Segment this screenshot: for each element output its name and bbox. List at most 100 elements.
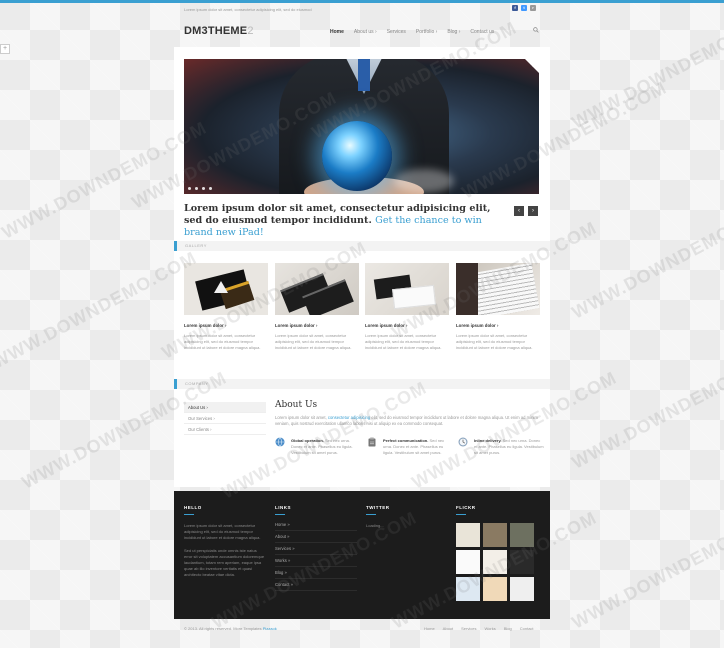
company-section-label: COMPANY <box>185 381 209 386</box>
bottom-nav: Home About Services Works Blog Contact <box>424 626 534 631</box>
nav-services[interactable]: Services <box>387 29 406 35</box>
copyright-link[interactable]: Pizzaok <box>263 626 277 631</box>
gallery-item[interactable]: Lorem ipsum dolor › Lorem ipsum dolor si… <box>275 263 359 350</box>
footer-link-home[interactable]: Home » <box>275 519 357 531</box>
social-links: f t r <box>512 5 536 11</box>
bottom-nav-blog[interactable]: Blog <box>504 626 512 631</box>
gallery-item-title[interactable]: Lorem ipsum dolor › <box>456 323 498 328</box>
gallery-item[interactable]: Lorem ipsum dolor › Lorem ipsum dolor si… <box>365 263 449 350</box>
flickr-thumb[interactable] <box>510 550 534 574</box>
sidebar-item-about-us[interactable]: About Us › <box>184 402 266 413</box>
globe-icon <box>275 437 285 447</box>
clipboard-icon <box>368 437 376 447</box>
thumb-dark-edge <box>456 263 478 315</box>
footer-heading-underline <box>275 514 285 515</box>
logo-version: 2 <box>247 25 254 37</box>
globe-image <box>322 121 392 191</box>
side-plus-button[interactable]: + <box>0 44 10 54</box>
about-text: Lorem ipsum dolor sit amet, consectetur … <box>275 415 538 427</box>
search-icon[interactable] <box>533 27 539 33</box>
gallery-item[interactable]: Lorem ipsum dolor › Lorem ipsum dolor si… <box>456 263 540 350</box>
gallery-item-desc: Lorem ipsum dolor sit amet, consectetur … <box>365 333 442 350</box>
gallery-item-title[interactable]: Lorem ipsum dolor › <box>184 323 226 328</box>
twitter-feed-status: Loading... <box>366 523 384 528</box>
topbar-tagline: Lorem ipsum dolor sit amet, consectetur … <box>184 7 312 12</box>
logo-text: DM3THEME <box>184 25 248 37</box>
nav-about-us[interactable]: About us › <box>354 29 377 35</box>
footer-col-hello: HELLO Lorem ipsum dolor sit amet, consec… <box>184 505 266 579</box>
about-title: About Us <box>275 400 318 410</box>
nav-blog[interactable]: Blog › <box>447 29 460 35</box>
watermark: WWW.DOWNDEMO.COM <box>568 7 724 133</box>
main-nav: Home About us › Services Portfolio › Blo… <box>330 29 494 35</box>
nav-portfolio[interactable]: Portfolio › <box>416 29 437 35</box>
slider-pagination <box>188 187 212 190</box>
site-logo[interactable]: DM3THEME2 <box>184 25 254 37</box>
footer-link-about[interactable]: About » <box>275 531 357 543</box>
company-section-header: COMPANY <box>174 379 550 389</box>
nav-home[interactable]: Home <box>330 29 344 35</box>
top-accent-line <box>0 0 724 3</box>
footer-link-works[interactable]: Works » <box>275 555 357 567</box>
footer-hello-text: Sed ut perspiciatis unde omnis iste natu… <box>184 547 265 578</box>
hero-slider[interactable]: + <box>184 59 539 194</box>
gallery-item-desc: Lorem ipsum dolor sit amet, consectetur … <box>184 333 261 350</box>
footer-hello-text: Lorem ipsum dolor sit amet, consectetur … <box>184 523 261 541</box>
flickr-thumb[interactable] <box>456 550 480 574</box>
flickr-thumb[interactable] <box>483 523 507 547</box>
feature-title: Global operation. <box>291 438 324 443</box>
twitter-icon[interactable]: t <box>521 5 527 11</box>
slider-dot[interactable] <box>188 187 191 190</box>
slider-dot[interactable] <box>202 187 205 190</box>
watermark: WWW.DOWNDEMO.COM <box>568 507 724 633</box>
footer-col-flickr: FLICKR <box>456 505 534 601</box>
slider-plus-icon[interactable]: + <box>530 60 536 71</box>
bottom-nav-contact[interactable]: Contact <box>520 626 534 631</box>
footer-heading: HELLO <box>184 505 202 510</box>
footer-col-twitter: TWITTER Loading... <box>366 505 448 529</box>
watermark: WWW.DOWNDEMO.COM <box>568 197 724 323</box>
slider-next-button[interactable]: › <box>528 206 538 216</box>
gallery-section-label: GALLERY <box>185 243 207 248</box>
slider-dot[interactable] <box>195 187 198 190</box>
flickr-thumb[interactable] <box>456 577 480 601</box>
bottom-nav-services[interactable]: Services <box>461 626 476 631</box>
about-link[interactable]: consectetur adipisicing <box>328 415 370 420</box>
sidebar-item-our-services[interactable]: Our Services › <box>184 413 266 424</box>
feature-title: Perfect communication. <box>383 438 429 443</box>
flickr-thumb[interactable] <box>510 523 534 547</box>
footer-links-list: Home » About » Services » Works » Blog »… <box>275 519 357 591</box>
nav-contact-us[interactable]: Contact us <box>470 29 494 35</box>
footer-link-contact[interactable]: Contact » <box>275 579 357 591</box>
gallery-item-title[interactable]: Lorem ipsum dolor › <box>275 323 317 328</box>
flickr-thumb[interactable] <box>483 577 507 601</box>
slider-dot[interactable] <box>209 187 212 190</box>
footer-heading: LINKS <box>275 505 291 510</box>
gallery-item-desc: Lorem ipsum dolor sit amet, consectetur … <box>456 333 533 350</box>
gallery-thumb[interactable] <box>456 263 540 315</box>
flickr-thumb[interactable] <box>456 523 480 547</box>
footer-link-services[interactable]: Services » <box>275 543 357 555</box>
gallery-item-title[interactable]: Lorem ipsum dolor › <box>365 323 407 328</box>
sidebar-item-our-clients[interactable]: Our Clients › <box>184 424 266 435</box>
slider-tie <box>358 59 370 91</box>
bottom-nav-home[interactable]: Home <box>424 626 435 631</box>
gallery-item[interactable]: Lorem ipsum dolor › Lorem ipsum dolor si… <box>184 263 268 350</box>
flickr-thumb[interactable] <box>510 577 534 601</box>
feature-title: Inline delivery. <box>474 438 502 443</box>
gallery-thumb[interactable] <box>365 263 449 315</box>
rss-icon[interactable]: r <box>530 5 536 11</box>
bottom-nav-about[interactable]: About <box>443 626 453 631</box>
clock-icon <box>458 437 468 447</box>
slider-prev-button[interactable]: ‹ <box>514 206 524 216</box>
slider-glow <box>394 169 454 193</box>
bottom-nav-works[interactable]: Works <box>484 626 495 631</box>
watermark: WWW.DOWNDEMO.COM <box>568 347 724 473</box>
gallery-thumb[interactable] <box>184 263 268 315</box>
footer-link-blog[interactable]: Blog » <box>275 567 357 579</box>
gallery-section-header: GALLERY <box>174 241 550 251</box>
flickr-grid <box>456 523 534 601</box>
facebook-icon[interactable]: f <box>512 5 518 11</box>
gallery-thumb[interactable] <box>275 263 359 315</box>
flickr-thumb[interactable] <box>483 550 507 574</box>
